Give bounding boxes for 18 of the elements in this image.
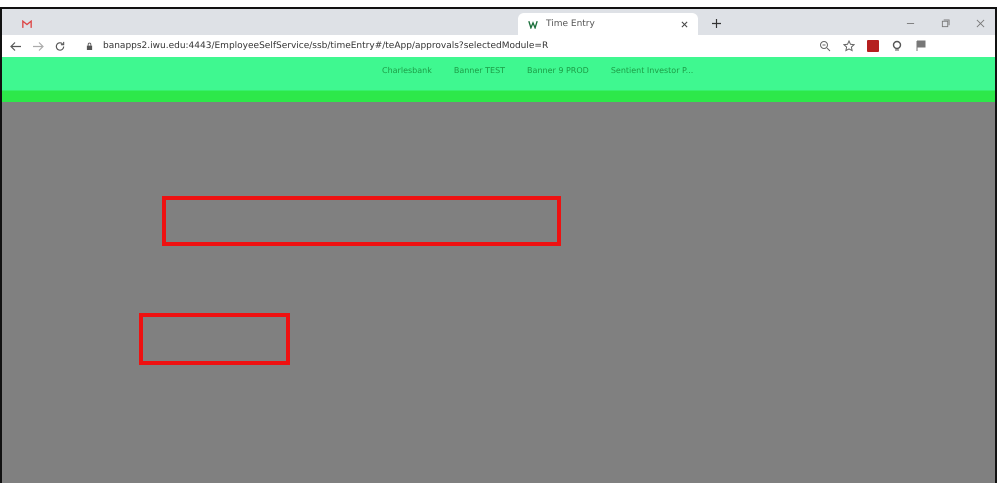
reload-icon[interactable]	[54, 40, 66, 52]
bookmark-link[interactable]: Banner 9 PROD	[527, 66, 589, 75]
lock-icon	[86, 42, 93, 50]
browser-tab[interactable]: Time Entry	[518, 13, 698, 35]
crown-icon	[528, 20, 538, 28]
back-icon[interactable]	[10, 40, 22, 52]
star-icon[interactable]	[843, 40, 855, 52]
plus-icon[interactable]	[712, 19, 721, 28]
zoom-icon[interactable]	[819, 40, 831, 52]
mail-icon	[22, 20, 32, 28]
flag-icon[interactable]	[915, 40, 927, 52]
bookmark-link[interactable]: Sentient Investor P...	[610, 66, 694, 75]
close-icon[interactable]	[681, 20, 688, 28]
bookmark-link[interactable]: Charlesbank	[382, 66, 432, 75]
restore-icon[interactable]	[941, 19, 950, 28]
bookmark-link[interactable]: Banner TEST	[454, 66, 506, 75]
url-text[interactable]: banapps2.iwu.edu:4443/EmployeeSelfService/ssb/timeEntry#/teApp/approvals?selectedModule=R	[103, 41, 548, 51]
tab-title: Time Entry	[546, 19, 596, 29]
